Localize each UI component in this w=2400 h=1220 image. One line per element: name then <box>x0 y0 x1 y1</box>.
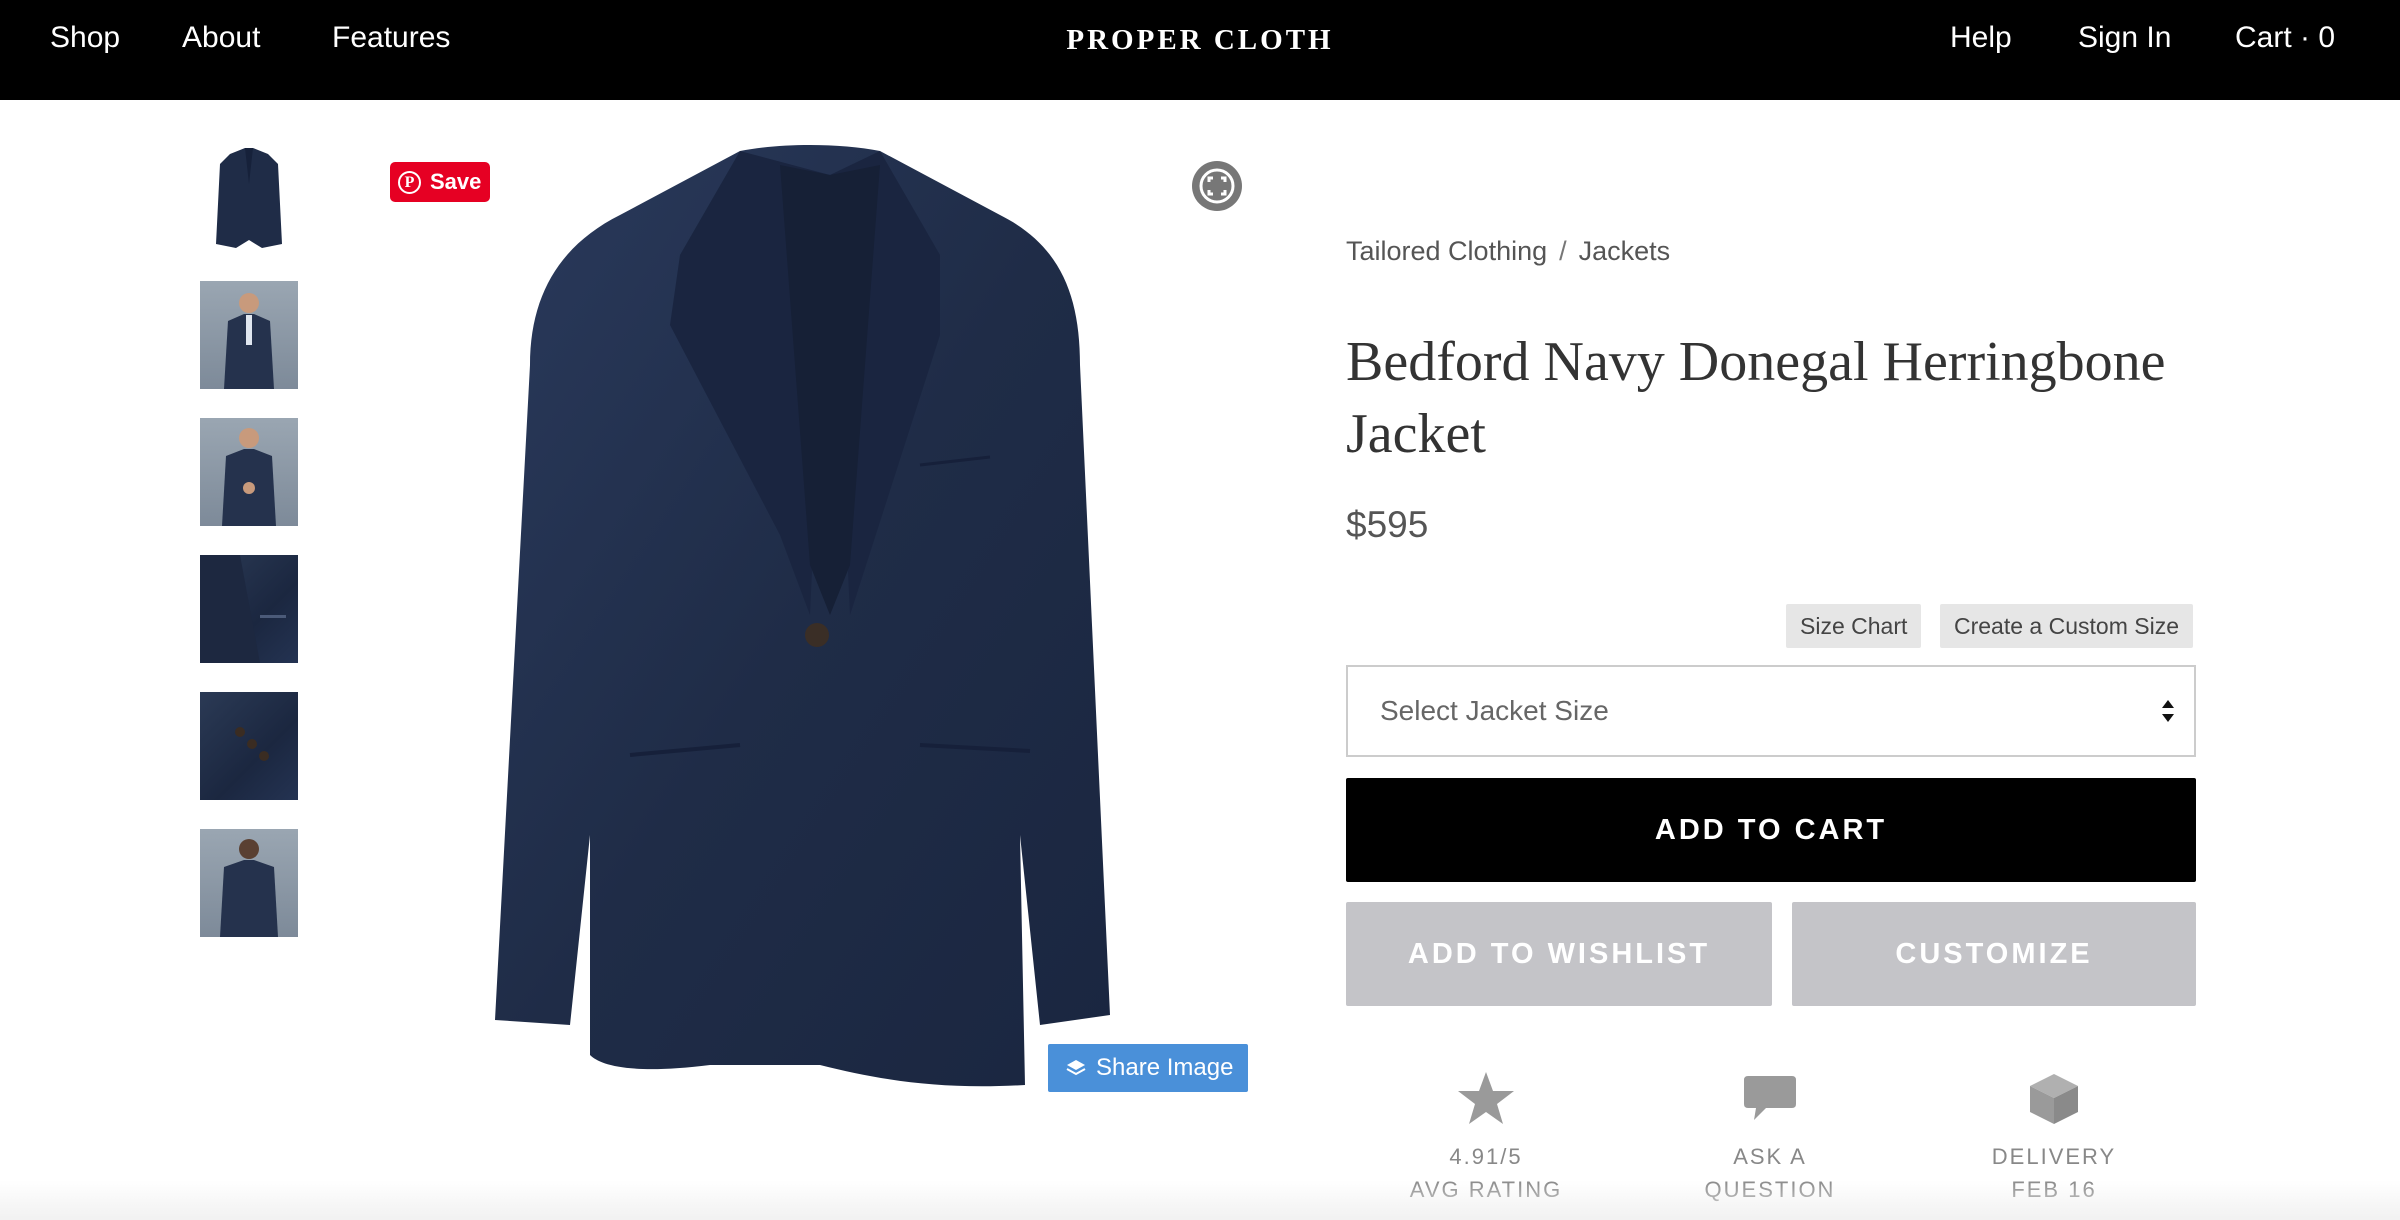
product-price: $595 <box>1346 504 1429 545</box>
star-icon <box>1458 1072 1514 1124</box>
pinterest-icon: P <box>398 171 421 194</box>
product-title-line1: Bedford Navy Donegal Herringbone <box>1346 331 2166 393</box>
jacket-detail-thumbnail <box>200 555 286 663</box>
select-arrows-icon <box>2162 700 2174 722</box>
nav-help-link[interactable]: Help <box>1950 0 2012 76</box>
feature-rating-label: AVG RATING <box>1409 1177 1563 1202</box>
zoom-button[interactable] <box>1192 161 1242 211</box>
thumbnail-jacket-front[interactable] <box>200 144 298 252</box>
expand-icon <box>1199 168 1235 204</box>
brand-logo[interactable]: PROPER CLOTH <box>1066 24 1333 56</box>
pinterest-save-label: Save <box>430 169 482 194</box>
thumbnail-jacket-detail[interactable] <box>200 555 298 663</box>
jacket-size-placeholder: Select Jacket Size <box>1380 695 1609 726</box>
cuff-detail-thumbnail <box>235 727 269 761</box>
feature-delivery-label: DELIVERY <box>1991 1144 2117 1169</box>
add-to-cart-button[interactable]: ADD TO CART <box>1346 778 2196 882</box>
feature-delivery-date: FEB 16 <box>2011 1177 2097 1202</box>
nav-about-link[interactable]: About <box>182 0 260 76</box>
custom-size-button[interactable]: Create a Custom Size <box>1940 604 2193 648</box>
product-title: Bedford Navy Donegal Herringbone Jacket <box>1346 326 2226 470</box>
share-image-button[interactable]: Share Image <box>1048 1044 1248 1092</box>
nav-cart-link[interactable]: Cart · 0 <box>2235 0 2335 76</box>
share-image-label: Share Image <box>1096 1054 1234 1081</box>
nav-sign-in-link[interactable]: Sign In <box>2078 0 2171 76</box>
add-to-wishlist-button[interactable]: ADD TO WISHLIST <box>1346 902 1772 1006</box>
jacket-size-select[interactable]: Select Jacket Size <box>1346 665 2196 757</box>
customize-button[interactable]: CUSTOMIZE <box>1792 902 2196 1006</box>
speech-bubble-icon <box>1744 1076 1796 1120</box>
thumbnail-model-buttoning[interactable] <box>200 418 298 526</box>
feature-delivery[interactable]: DELIVERY FEB 16 <box>1944 1070 2164 1206</box>
feature-rating-value: 4.91/5 <box>1449 1144 1523 1169</box>
model-back-thumbnail <box>220 839 278 937</box>
feature-rating[interactable]: 4.91/5 AVG RATING <box>1376 1070 1596 1206</box>
thumbnail-cuff-detail[interactable] <box>200 692 298 800</box>
size-chart-button[interactable]: Size Chart <box>1786 604 1922 648</box>
top-navigation: Shop About Features PROPER CLOTH Help Si… <box>0 0 2400 100</box>
jacket-image-icon <box>495 145 1110 1087</box>
model-button-thumbnail <box>222 428 276 526</box>
breadcrumb: Tailored Clothing / Jackets <box>1346 236 1670 267</box>
feature-ask-line2: QUESTION <box>1704 1177 1836 1202</box>
nav-shop-link[interactable]: Shop <box>50 0 120 76</box>
product-title-line2: Jacket <box>1346 403 1486 465</box>
breadcrumb-tailored-clothing[interactable]: Tailored Clothing <box>1346 236 1547 266</box>
main-product-image[interactable] <box>380 135 1260 1095</box>
pinterest-save-button[interactable]: P Save <box>390 162 490 202</box>
thumbnail-model-front[interactable] <box>200 281 298 389</box>
thumbnail-model-back[interactable] <box>200 829 298 937</box>
breadcrumb-jackets[interactable]: Jackets <box>1579 236 1671 266</box>
box-icon <box>2030 1074 2078 1124</box>
layers-icon <box>1066 1060 1086 1076</box>
jacket-front-thumbnail <box>216 148 282 248</box>
model-front-thumbnail <box>224 293 274 389</box>
breadcrumb-separator: / <box>1559 236 1567 266</box>
feature-ask-line1: ASK A <box>1733 1144 1807 1169</box>
nav-features-link[interactable]: Features <box>332 0 450 76</box>
feature-ask-question[interactable]: ASK A QUESTION <box>1660 1070 1880 1206</box>
